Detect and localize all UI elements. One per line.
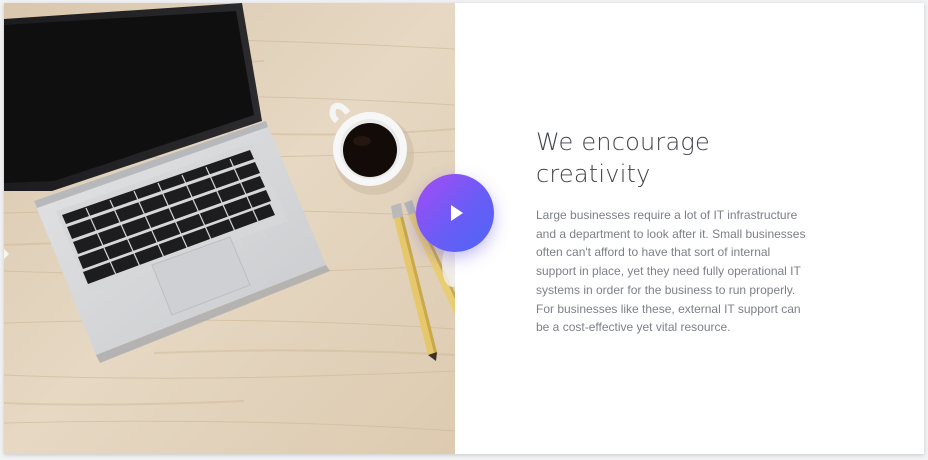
feature-description: Large businesses require a lot of IT inf… [536,208,806,335]
play-icon [451,205,463,221]
feature-heading: We encourage creativity [536,128,710,188]
play-video-button[interactable] [416,174,494,252]
feature-content: We encourage creativity Large businesses… [536,126,808,337]
desk-photo [4,3,455,454]
left-edge-arrow-icon [4,249,9,259]
feature-card: We encourage creativity Large businesses… [4,3,924,454]
